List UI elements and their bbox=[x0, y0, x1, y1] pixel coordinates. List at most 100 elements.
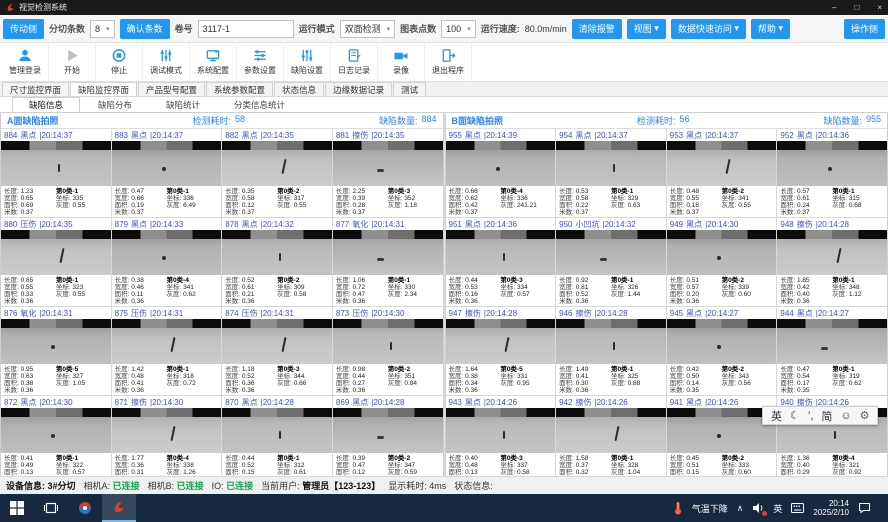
chart-points-select[interactable]: 100▾ bbox=[441, 20, 476, 38]
defect-image[interactable] bbox=[777, 141, 887, 186]
clear-alarm-button[interactable]: 清除报警 bbox=[572, 19, 622, 39]
weather-status[interactable]: 气温下降 bbox=[692, 502, 728, 515]
defect-image[interactable] bbox=[556, 408, 666, 453]
ime-fullwidth-moon-icon[interactable]: ☾ bbox=[790, 409, 800, 422]
volume-icon[interactable] bbox=[752, 502, 764, 514]
defect-settings-button[interactable]: 缺陷设置 bbox=[284, 43, 331, 81]
defect-cell[interactable]: 952 黑点 |20:14:36 长度: 0.57 宽度: 0.61 面积: 0… bbox=[777, 129, 887, 217]
defect-image[interactable] bbox=[222, 141, 332, 186]
help-menu-button[interactable]: 帮助 ▾ bbox=[751, 19, 790, 39]
defect-image[interactable] bbox=[222, 230, 332, 275]
ime-simplified-toggle[interactable]: 简 bbox=[821, 408, 832, 424]
defect-cell[interactable]: 881 擦伤 |20:14:35 长度: 2.25 宽度: 0.39 面积: 0… bbox=[333, 129, 443, 217]
defect-cell[interactable]: 877 氧化 |20:14:31 长度: 1.06 宽度: 0.72 面积: 0… bbox=[333, 218, 443, 306]
defect-cell[interactable]: 875 压伤 |20:14:31 长度: 1.42 宽度: 0.48 面积: 0… bbox=[112, 307, 222, 395]
tab-size-monitor[interactable]: 尺寸监控界面 bbox=[2, 82, 69, 96]
defect-cell[interactable]: 948 擦伤 |20:14:28 长度: 1.85 宽度: 0.42 面积: 0… bbox=[777, 218, 887, 306]
ime-indicator[interactable]: 英 bbox=[773, 502, 782, 515]
touch-keyboard-icon[interactable] bbox=[791, 503, 804, 513]
subtab-defect-distribution[interactable]: 缺陷分布 bbox=[82, 98, 148, 112]
tray-overflow-chevron-icon[interactable]: ∧ bbox=[737, 503, 744, 514]
defect-cell[interactable]: 953 黑点 |20:14:37 长度: 0.48 宽度: 0.55 面积: 0… bbox=[667, 129, 777, 217]
defect-image[interactable] bbox=[112, 319, 222, 364]
defect-image[interactable] bbox=[446, 141, 556, 186]
defect-image[interactable] bbox=[667, 230, 777, 275]
record-video-button[interactable]: 录像 bbox=[378, 43, 425, 81]
defect-image[interactable] bbox=[333, 319, 443, 364]
defect-image[interactable] bbox=[1, 230, 111, 275]
defect-image[interactable] bbox=[446, 408, 556, 453]
tab-edge-data-record[interactable]: 边缘数据记录 bbox=[325, 82, 392, 96]
defect-image[interactable] bbox=[222, 319, 332, 364]
defect-image[interactable] bbox=[667, 141, 777, 186]
maximize-button[interactable]: □ bbox=[854, 3, 859, 12]
defect-image[interactable] bbox=[222, 408, 332, 453]
defect-image[interactable] bbox=[112, 230, 222, 275]
task-view-button[interactable] bbox=[34, 494, 68, 522]
operator-side-button[interactable]: 操作侧 bbox=[844, 19, 885, 39]
tab-status-info[interactable]: 状态信息 bbox=[274, 82, 324, 96]
confirm-count-button[interactable]: 确认条数 bbox=[120, 19, 170, 39]
close-button[interactable]: × bbox=[877, 3, 882, 12]
defect-cell[interactable]: 941 黑点 |20:14:26 长度: 0.45 宽度: 0.51 面积: 0… bbox=[667, 396, 777, 484]
clock[interactable]: 20:14 2025/2/10 bbox=[813, 499, 849, 517]
tab-product-config[interactable]: 产品型号配置 bbox=[138, 82, 205, 96]
defect-cell[interactable]: 884 黑点 |20:14:37 长度: 1.23 宽度: 0.65 面积: 0… bbox=[1, 129, 111, 217]
system-config-button[interactable]: 系统配置 bbox=[190, 43, 237, 81]
defect-cell[interactable]: 869 黑点 |20:14:28 长度: 0.39 宽度: 0.47 面积: 0… bbox=[333, 396, 443, 484]
defect-image[interactable] bbox=[112, 141, 222, 186]
defect-cell[interactable]: 879 黑点 |20:14:33 长度: 0.38 宽度: 0.46 面积: 0… bbox=[112, 218, 222, 306]
defect-image[interactable] bbox=[446, 230, 556, 275]
ime-language-toggle[interactable]: 英 bbox=[771, 408, 782, 424]
defect-cell[interactable]: 949 黑点 |20:14:30 长度: 0.51 宽度: 0.57 面积: 0… bbox=[667, 218, 777, 306]
defect-cell[interactable]: 872 黑点 |20:14:30 长度: 0.41 宽度: 0.49 面积: 0… bbox=[1, 396, 111, 484]
tab-system-params[interactable]: 系统参数配置 bbox=[206, 82, 273, 96]
defect-cell[interactable]: 947 擦伤 |20:14:28 长度: 1.64 宽度: 0.38 面积: 0… bbox=[446, 307, 556, 395]
slit-count-select[interactable]: 8▾ bbox=[90, 20, 115, 38]
subtab-class-info-stats[interactable]: 分类信息统计 bbox=[218, 98, 301, 112]
taskbar-app-detection-system[interactable] bbox=[102, 494, 136, 522]
defect-cell[interactable]: 878 黑点 |20:14:32 长度: 0.52 宽度: 0.61 面积: 0… bbox=[222, 218, 332, 306]
defect-cell[interactable]: 874 压伤 |20:14:31 长度: 1.18 宽度: 0.52 面积: 0… bbox=[222, 307, 332, 395]
defect-image[interactable] bbox=[333, 141, 443, 186]
admin-login-button[interactable]: 管理登录 bbox=[2, 43, 49, 81]
defect-image[interactable] bbox=[446, 319, 556, 364]
start-button[interactable]: 开始 bbox=[49, 43, 96, 81]
defect-cell[interactable]: 883 黑点 |20:14:37 长度: 0.47 宽度: 0.66 面积: 0… bbox=[112, 129, 222, 217]
ime-emoji-icon[interactable]: ☺ bbox=[840, 410, 851, 422]
defect-cell[interactable]: 946 擦伤 |20:14:28 长度: 1.49 宽度: 0.41 面积: 0… bbox=[556, 307, 666, 395]
taskbar-app-media[interactable] bbox=[68, 494, 102, 522]
defect-cell[interactable]: 873 压伤 |20:14:30 长度: 0.98 宽度: 0.44 面积: 0… bbox=[333, 307, 443, 395]
ime-settings-gear-icon[interactable]: ⚙ bbox=[860, 409, 870, 422]
defect-cell[interactable]: 955 黑点 |20:14:39 长度: 0.66 宽度: 0.62 面积: 0… bbox=[446, 129, 556, 217]
tab-defect-monitor[interactable]: 缺陷监控界面 bbox=[70, 82, 137, 96]
defect-image[interactable] bbox=[1, 141, 111, 186]
defect-image[interactable] bbox=[777, 230, 887, 275]
defect-image[interactable] bbox=[112, 408, 222, 453]
quick-access-menu-button[interactable]: 数据快速访问 ▾ bbox=[671, 19, 746, 39]
defect-cell[interactable]: 870 黑点 |20:14:28 长度: 0.44 宽度: 0.52 面积: 0… bbox=[222, 396, 332, 484]
defect-image[interactable] bbox=[667, 408, 777, 453]
debug-mode-button[interactable]: 调试模式 bbox=[143, 43, 190, 81]
defect-cell[interactable]: 871 擦伤 |20:14:30 长度: 1.77 宽度: 0.36 面积: 0… bbox=[112, 396, 222, 484]
tab-test[interactable]: 测试 bbox=[393, 82, 426, 96]
defect-image[interactable] bbox=[333, 230, 443, 275]
defect-cell[interactable]: 943 黑点 |20:14:26 长度: 0.40 宽度: 0.48 面积: 0… bbox=[446, 396, 556, 484]
log-record-button[interactable]: 日志记录 bbox=[331, 43, 378, 81]
defect-image[interactable] bbox=[1, 319, 111, 364]
defect-image[interactable] bbox=[1, 408, 111, 453]
start-button[interactable] bbox=[0, 494, 34, 522]
subtab-defect-stats[interactable]: 缺陷统计 bbox=[150, 98, 216, 112]
defect-image[interactable] bbox=[556, 230, 666, 275]
defect-cell[interactable]: 944 黑点 |20:14:27 长度: 0.47 宽度: 0.54 面积: 0… bbox=[777, 307, 887, 395]
defect-cell[interactable]: 882 黑点 |20:14:35 长度: 0.35 宽度: 0.58 面积: 0… bbox=[222, 129, 332, 217]
defect-image[interactable] bbox=[556, 141, 666, 186]
ime-punctuation-toggle[interactable]: ’, bbox=[808, 410, 814, 422]
parameter-settings-button[interactable]: 参数设置 bbox=[237, 43, 284, 81]
defect-image[interactable] bbox=[777, 319, 887, 364]
defect-cell[interactable]: 880 压伤 |20:14:35 长度: 0.85 宽度: 0.55 面积: 0… bbox=[1, 218, 111, 306]
roll-number-input[interactable]: 3117-1 bbox=[198, 20, 294, 38]
drive-side-button[interactable]: 传动侧 bbox=[3, 19, 44, 39]
defect-cell[interactable]: 954 黑点 |20:14:37 长度: 0.53 宽度: 0.58 面积: 0… bbox=[556, 129, 666, 217]
exit-program-button[interactable]: 退出程序 bbox=[425, 43, 472, 81]
